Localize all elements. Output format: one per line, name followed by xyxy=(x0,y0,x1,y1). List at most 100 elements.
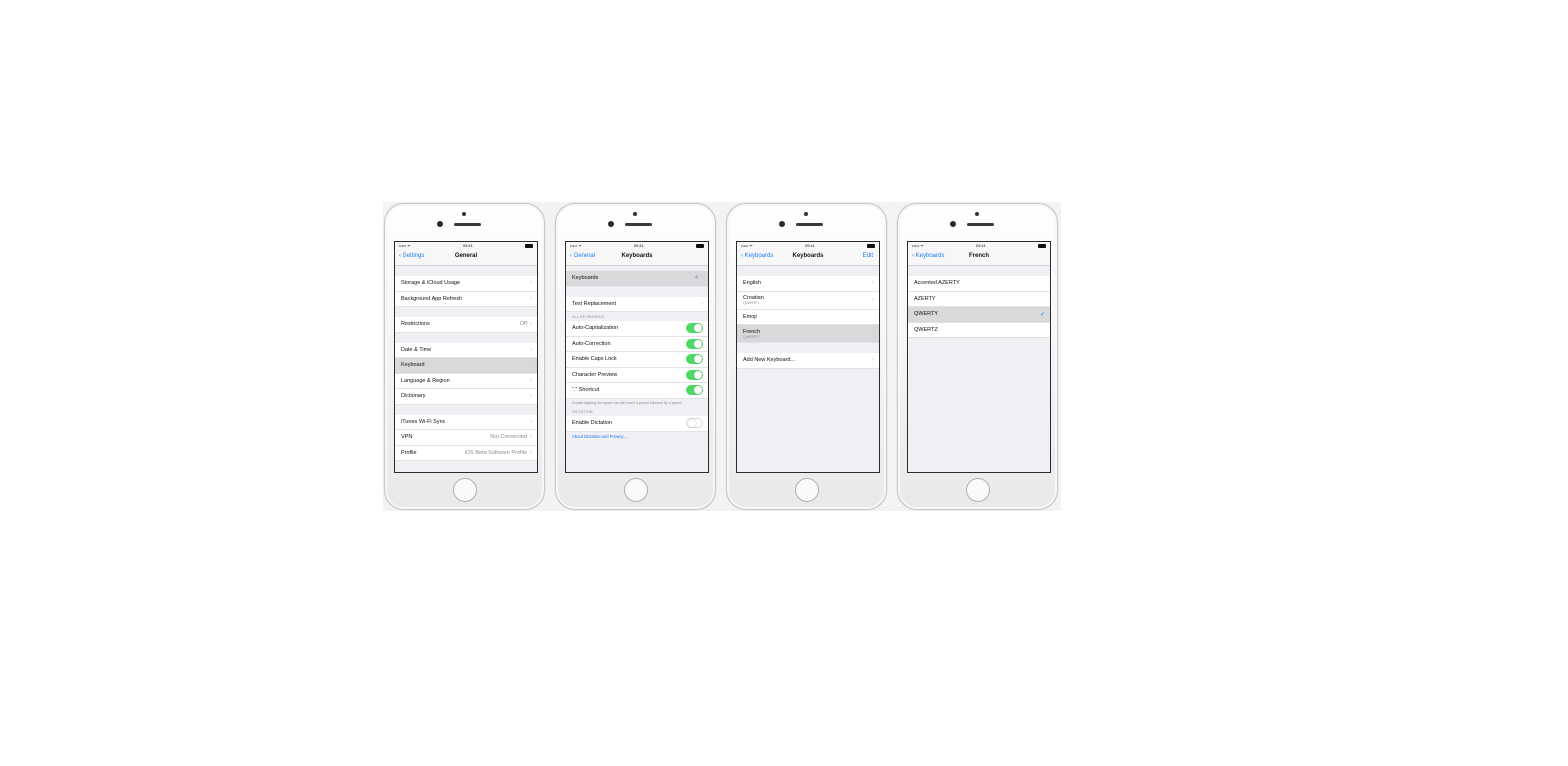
status-bar: ••••• ᯤ 09:41 xyxy=(566,242,708,249)
row-keyboard[interactable]: Keyboard › xyxy=(395,358,537,374)
row-label: Add New Keyboard... xyxy=(743,357,795,364)
page-title: French xyxy=(968,253,989,259)
row-label: Dictionary xyxy=(401,393,426,400)
row-caps-lock: Enable Caps Lock xyxy=(566,352,708,368)
chevron-right-icon: › xyxy=(530,346,532,353)
row-label: Restrictions xyxy=(401,321,430,328)
carrier-signal: ••••• ᯤ xyxy=(912,242,924,248)
toggle-switch[interactable] xyxy=(686,385,703,396)
row-auto-capitalization: Auto-Capitalization xyxy=(566,321,708,337)
proximity-sensor xyxy=(779,221,785,227)
chevron-right-icon: › xyxy=(530,295,532,302)
chevron-right-icon: › xyxy=(701,300,703,307)
carrier-signal: ••••• ᯤ xyxy=(741,242,753,248)
row-keyboard-english[interactable]: English › xyxy=(737,276,879,292)
battery-icon xyxy=(696,243,704,248)
screen: ••••• ᯤ 09:41 ‹ Keyboards French Accente… xyxy=(907,241,1051,473)
row-itunes-sync[interactable]: iTunes Wi-Fi Sync › xyxy=(395,414,537,430)
chevron-right-icon: › xyxy=(872,280,874,287)
row-keyboards[interactable]: Keyboards 4 › xyxy=(566,271,708,287)
phone-keyboards-settings: ••••• ᯤ 09:41 ‹ General Keyboards Keyboa… xyxy=(555,203,716,510)
page-title: General xyxy=(454,253,478,259)
proximity-sensor xyxy=(608,221,614,227)
row-layout-accented-azerty[interactable]: Accented AZERTY xyxy=(908,276,1050,292)
row-layout-qwertz[interactable]: QWERTZ xyxy=(908,322,1050,338)
row-label: AZERTY xyxy=(914,295,936,302)
earpiece-speaker xyxy=(967,223,994,226)
row-layout-qwerty[interactable]: QWERTY ✓ xyxy=(908,307,1050,323)
proximity-sensor xyxy=(950,221,956,227)
clock: 09:41 xyxy=(633,243,644,248)
toggle-switch[interactable] xyxy=(686,323,703,334)
row-value: Not Connected xyxy=(490,434,527,441)
front-camera xyxy=(633,212,637,216)
row-label: Emoji xyxy=(743,313,757,320)
row-label: Profile xyxy=(401,449,417,456)
chevron-right-icon: › xyxy=(872,330,874,337)
row-vpn[interactable]: VPN Not Connected › xyxy=(395,430,537,446)
home-button[interactable] xyxy=(966,478,990,502)
row-restrictions[interactable]: Restrictions Off › xyxy=(395,317,537,333)
carrier-signal: ••••• ᯤ xyxy=(570,242,582,248)
toggle-switch[interactable] xyxy=(686,369,703,380)
row-auto-correction: Auto-Correction xyxy=(566,336,708,352)
row-profile[interactable]: Profile iOS Beta Software Profile › xyxy=(395,445,537,461)
chevron-right-icon: › xyxy=(530,393,532,400)
row-label: Enable Caps Lock xyxy=(572,356,617,363)
row-label: Enable Dictation xyxy=(572,420,613,427)
navigation-bar: ‹ Keyboards French xyxy=(908,249,1050,266)
toggle-switch[interactable] xyxy=(686,354,703,365)
row-label: Auto-Capitalization xyxy=(572,325,619,332)
screen: ••••• ᯤ 09:41 ‹ Keyboards Keyboards Edit… xyxy=(736,241,880,473)
home-button[interactable] xyxy=(795,478,819,502)
row-background-app-refresh[interactable]: Background App Refresh › xyxy=(395,291,537,307)
row-value: 4 xyxy=(694,275,698,282)
row-language-region[interactable]: Language & Region › xyxy=(395,373,537,389)
home-button[interactable] xyxy=(453,478,477,502)
earpiece-speaker xyxy=(625,223,652,226)
row-label: Character Preview xyxy=(572,371,618,378)
row-text-replacement[interactable]: Text Replacement › xyxy=(566,296,708,312)
chevron-right-icon: › xyxy=(530,449,532,456)
chevron-right-icon: › xyxy=(701,275,703,282)
row-label: Text Replacement xyxy=(572,300,617,307)
row-keyboard-french[interactable]: French QWERTY › xyxy=(737,325,879,343)
phone-general: ••••• ᯤ 09:41 ‹ Settings General Storage… xyxy=(384,203,545,510)
row-keyboard-croatian[interactable]: Croatian QWERTY › xyxy=(737,291,879,310)
row-add-new-keyboard[interactable]: Add New Keyboard... › xyxy=(737,353,879,369)
edit-button[interactable]: Edit xyxy=(863,253,873,259)
phone-keyboards-list: ••••• ᯤ 09:41 ‹ Keyboards Keyboards Edit… xyxy=(726,203,887,510)
battery-icon xyxy=(1038,243,1046,248)
toggle-switch[interactable] xyxy=(686,418,703,429)
phone-french-layout: ••••• ᯤ 09:41 ‹ Keyboards French Accente… xyxy=(897,203,1058,510)
row-label: English xyxy=(743,280,762,287)
chevron-right-icon: › xyxy=(872,357,874,364)
row-label: Storage & iCloud Usage xyxy=(401,280,461,287)
row-label: Keyboards xyxy=(572,275,599,282)
row-period-shortcut: “.” Shortcut xyxy=(566,383,708,399)
clock: 09:41 xyxy=(462,243,473,248)
navigation-bar: ‹ Settings General xyxy=(395,249,537,266)
row-storage[interactable]: Storage & iCloud Usage › xyxy=(395,276,537,292)
toggle-switch[interactable] xyxy=(686,338,703,349)
earpiece-speaker xyxy=(796,223,823,226)
section-header: DICTATION xyxy=(572,410,593,414)
chevron-right-icon: › xyxy=(530,321,532,328)
battery-icon xyxy=(867,243,875,248)
row-enable-dictation: Enable Dictation xyxy=(566,416,708,432)
row-label: iTunes Wi-Fi Sync xyxy=(401,418,446,425)
status-bar: ••••• ᯤ 09:41 xyxy=(737,242,879,249)
row-value: iOS Beta Software Profile xyxy=(464,449,527,456)
row-label: VPN xyxy=(401,434,413,441)
front-camera xyxy=(804,212,808,216)
row-layout-azerty[interactable]: AZERTY xyxy=(908,291,1050,307)
row-label: QWERTY xyxy=(914,311,939,318)
row-keyboard-emoji[interactable]: Emoji xyxy=(737,309,879,325)
dictation-privacy-link[interactable]: About Dictation and Privacy… xyxy=(566,432,708,441)
screen: ••••• ᯤ 09:41 ‹ Settings General Storage… xyxy=(394,241,538,473)
row-date-time[interactable]: Date & Time › xyxy=(395,342,537,358)
row-label: Keyboard xyxy=(401,362,425,369)
home-button[interactable] xyxy=(624,478,648,502)
row-dictionary[interactable]: Dictionary › xyxy=(395,389,537,405)
clock: 09:41 xyxy=(804,243,815,248)
